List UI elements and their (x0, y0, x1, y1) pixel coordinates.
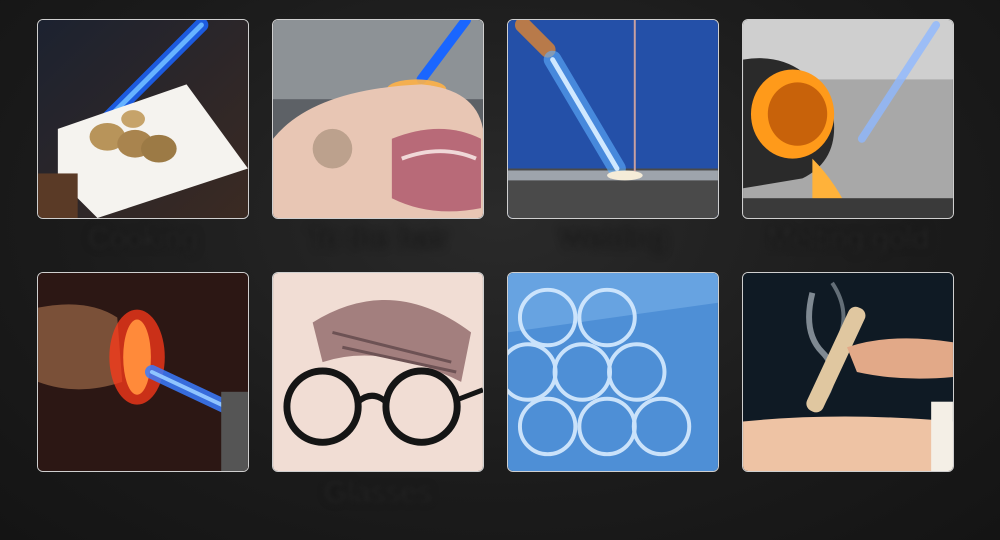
torch-melting-image (743, 20, 953, 218)
tile-glasses (272, 272, 484, 472)
caption-welding: Welding (559, 222, 667, 255)
caption-pork: To the hair (307, 222, 449, 255)
caption-melting: Melting gold (767, 222, 929, 255)
caption-cooking: Cooking (87, 222, 199, 255)
torch-welding-image (508, 20, 718, 218)
caption-glasses: Glasses (323, 476, 433, 509)
tile-heating (37, 272, 249, 472)
moxibustion-image (743, 273, 953, 471)
glass-tubes-image (508, 273, 718, 471)
tile-cooking (37, 19, 249, 219)
torch-heating-image (38, 273, 248, 471)
tile-pork (272, 19, 484, 219)
tile-melting (742, 19, 954, 219)
tile-moxibustion (742, 272, 954, 472)
eyeglasses-image (273, 273, 483, 471)
torch-pork-image (273, 20, 483, 218)
tile-glass-tubes (507, 272, 719, 472)
torch-cooking-image (38, 20, 248, 218)
tile-welding (507, 19, 719, 219)
